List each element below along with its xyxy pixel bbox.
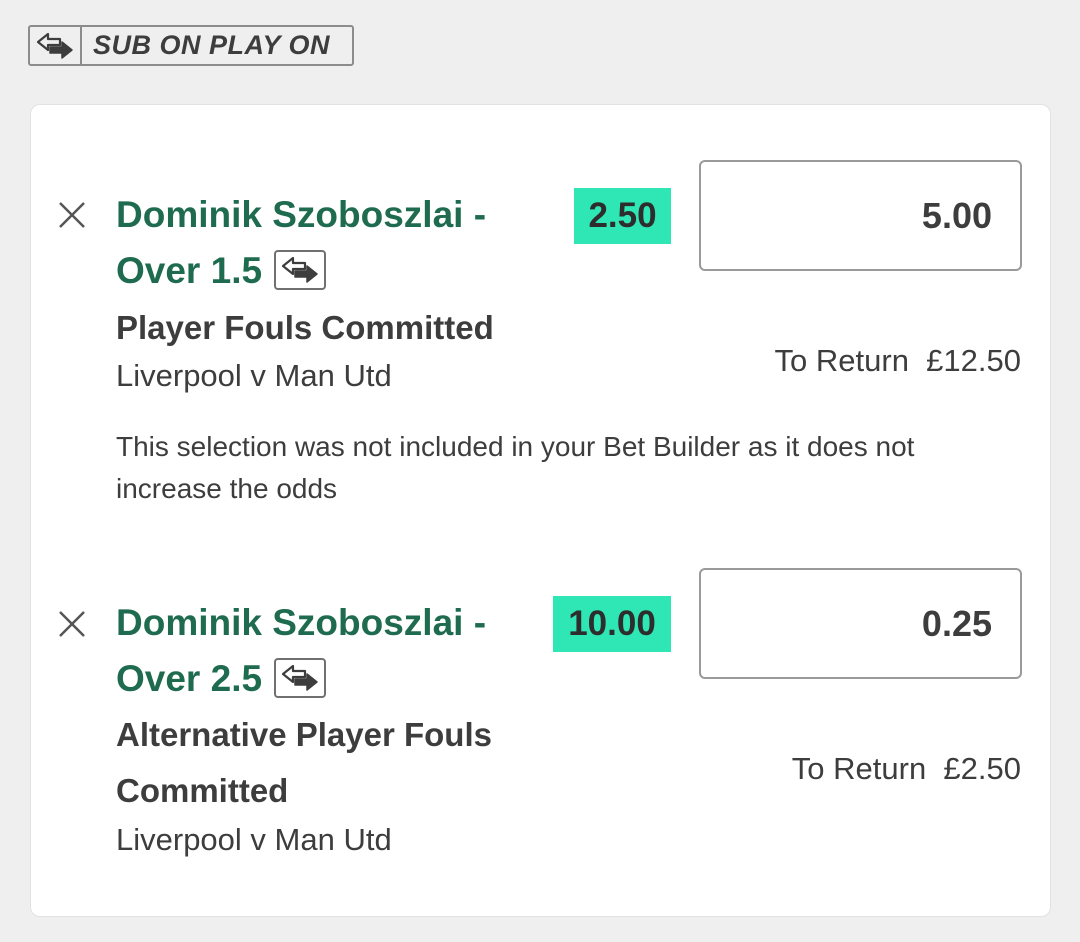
event-name: Liverpool v Man Utd <box>116 822 392 857</box>
selection-title: Dominik Szoboszlai - Over 2.5 <box>116 595 486 707</box>
to-return-value: £2.50 <box>943 751 1021 786</box>
to-return-value: £12.50 <box>926 343 1021 378</box>
substitution-arrows-icon <box>274 658 327 699</box>
remove-selection-button[interactable] <box>55 198 89 232</box>
selection-title-line2-text: Over 2.5 <box>116 658 263 699</box>
to-return-label: To Return <box>774 343 909 378</box>
stake-input[interactable]: 0.25 <box>699 568 1022 679</box>
to-return: To Return £2.50 <box>792 751 1021 787</box>
selection-title-line2: Over 2.5 <box>116 651 486 707</box>
odds-badge: 10.00 <box>553 596 671 652</box>
selection-title-line1: Dominik Szoboszlai - <box>116 194 487 235</box>
market-name: Player Fouls Committed <box>116 309 494 346</box>
stake-input[interactable]: 5.00 <box>699 160 1022 271</box>
sub-on-play-on-label: SUB ON PLAY ON <box>93 30 331 60</box>
market-name-line2: Committed <box>116 772 289 809</box>
event-name: Liverpool v Man Utd <box>116 358 392 393</box>
selection-title-line2: Over 1.5 <box>116 243 486 299</box>
market-name: Alternative Player Fouls Committed <box>116 707 492 819</box>
sub-on-play-on-badge: SUB ON PLAY ON <box>28 25 354 66</box>
bet-slip-page: SUB ON PLAY ON Dominik Szoboszlai - Over… <box>0 0 1080 942</box>
substitution-arrows-icon <box>30 27 82 64</box>
bet-slip-card: Dominik Szoboszlai - Over 1.5 2.50 5.00 … <box>30 104 1051 917</box>
odds-badge: 2.50 <box>574 188 671 244</box>
to-return-label: To Return <box>791 751 927 786</box>
selection-title-line1: Dominik Szoboszlai - <box>116 602 487 643</box>
selection-title-line2-text: Over 1.5 <box>116 250 263 291</box>
to-return: To Return £12.50 <box>775 343 1021 379</box>
selection-title: Dominik Szoboszlai - Over 1.5 <box>116 187 486 299</box>
substitution-arrows-icon <box>274 250 327 291</box>
remove-selection-button[interactable] <box>55 607 89 641</box>
market-name-line1: Alternative Player Fouls <box>116 716 492 753</box>
close-icon <box>59 202 85 228</box>
close-icon <box>59 611 85 637</box>
selection-note: This selection was not included in your … <box>116 431 915 504</box>
